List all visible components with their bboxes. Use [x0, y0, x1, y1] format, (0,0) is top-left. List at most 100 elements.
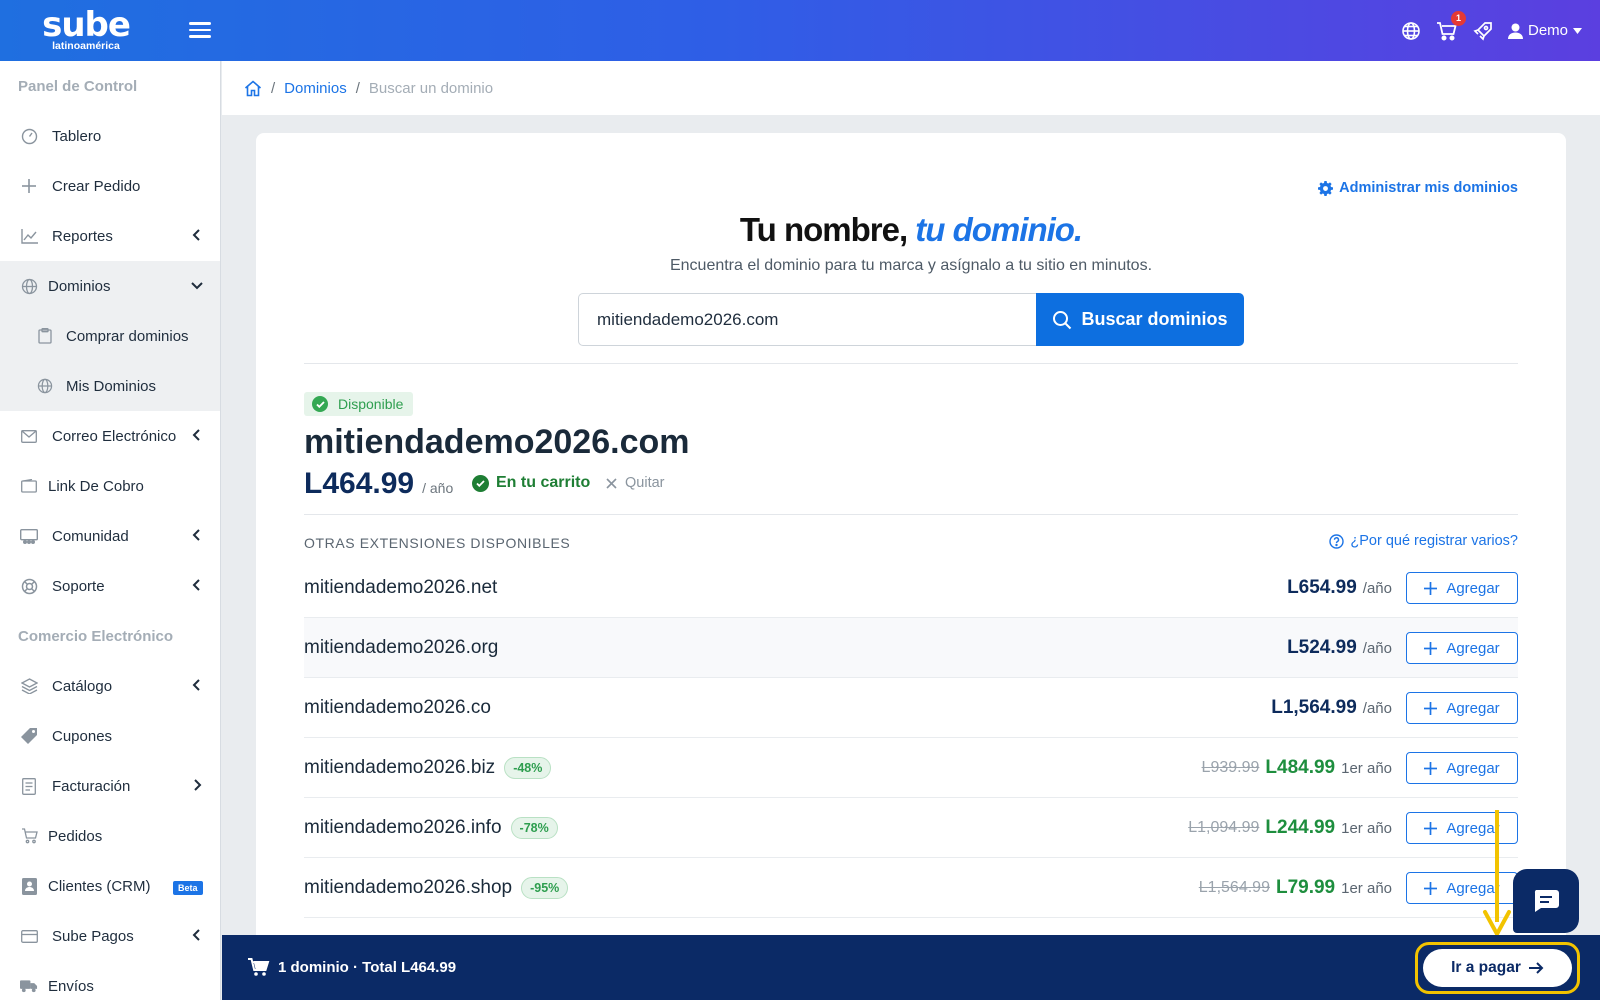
chevron-left-icon — [192, 929, 200, 941]
sidebar-item-soporte[interactable]: Soporte — [0, 561, 220, 611]
plus-icon — [1424, 881, 1438, 895]
price-amount: L654.99 — [1287, 577, 1357, 598]
tag-icon — [20, 727, 38, 745]
in-cart-label: En tu carrito — [496, 474, 591, 491]
caret-down-icon — [1573, 27, 1582, 34]
table-row: mitiendademo2026.info -78% L1,094.99 L244.9… — [304, 798, 1518, 858]
plus-icon — [20, 177, 38, 195]
chat-widget-button[interactable] — [1513, 869, 1579, 933]
why-register-many-link[interactable]: ¿Por qué registrar varios? — [1329, 533, 1518, 549]
add-to-cart-button[interactable]: Agregar — [1406, 752, 1518, 784]
menu-toggle-icon[interactable] — [189, 22, 211, 40]
sidebar-item-catalogo[interactable]: Catálogo — [0, 661, 220, 711]
sidebar-item-clientes[interactable]: Clientes (CRM) Beta — [0, 861, 220, 911]
chevron-down-icon — [191, 282, 203, 290]
price-period: 1er año — [1341, 879, 1392, 897]
searched-domain: mitiendademo2026.com — [304, 423, 690, 461]
user-name: Demo — [1527, 22, 1568, 39]
title-part-1: Tu nombre, — [739, 211, 908, 248]
price-period: /año — [1362, 579, 1392, 597]
discount-badge: -78% — [510, 816, 558, 839]
sidebar-item-label: Soporte — [52, 577, 105, 595]
arrow-right-icon — [1528, 962, 1544, 974]
domain-search: Buscar dominios — [578, 293, 1244, 346]
extension-price: L1,564.99/año — [1271, 678, 1392, 738]
why-register-label: ¿Por qué registrar varios? — [1350, 533, 1518, 549]
user-icon — [1507, 23, 1523, 39]
truck-icon — [20, 977, 38, 995]
lifebuoy-icon — [20, 577, 38, 595]
plus-icon — [1424, 761, 1438, 775]
sidebar-item-tablero[interactable]: Tablero — [0, 111, 220, 161]
searched-domain-price: L464.99 / año — [304, 467, 453, 501]
sidebar-item-label: Pedidos — [48, 827, 103, 845]
sidebar-section-ecommerce: Comercio Electrónico — [18, 628, 174, 645]
domain-search-input[interactable] — [578, 293, 1036, 346]
price-period: /año — [1362, 639, 1392, 657]
extension-domain: mitiendademo2026.shop — [304, 876, 513, 898]
rocket-icon[interactable] — [1472, 20, 1494, 42]
extension-domain: mitiendademo2026.info — [304, 816, 502, 838]
sidebar-item-pedidos[interactable]: Pedidos — [0, 811, 220, 861]
envelope-icon — [20, 427, 38, 445]
page-subtitle: Encuentra el dominio para tu marca y así… — [669, 257, 1153, 274]
price-period: / año — [422, 480, 454, 496]
globe-icon[interactable] — [1400, 20, 1422, 42]
cart-icon[interactable]: 1 — [1436, 10, 1466, 42]
checkout-label: Ir a pagar — [1451, 959, 1521, 976]
sidebar-item-label: Reportes — [52, 227, 113, 245]
beta-badge: Beta — [173, 881, 203, 895]
close-icon — [606, 477, 617, 489]
sidebar-item-label: Sube Pagos — [52, 927, 134, 945]
wallet-icon — [20, 477, 38, 495]
price-period: 1er año — [1341, 759, 1392, 777]
contact-card-icon — [20, 877, 38, 895]
logo[interactable]: sube latinoamérica — [0, 0, 220, 61]
checkout-button[interactable]: Ir a pagar — [1423, 949, 1572, 987]
domain-search-card: Administrar mis dominios Tu nombre, tu d… — [256, 133, 1566, 1000]
sidebar-item-cupones[interactable]: Cupones — [0, 711, 220, 761]
sidebar-item-crear-pedido[interactable]: Crear Pedido — [0, 161, 220, 211]
sidebar-item-correo[interactable]: Correo Electrónico — [0, 411, 220, 461]
search-domains-button[interactable]: Buscar dominios — [1036, 293, 1244, 346]
sidebar-item-envios[interactable]: Envíos — [0, 961, 220, 1000]
remove-from-cart-button[interactable]: Quitar — [606, 475, 665, 491]
breadcrumb-dominios[interactable]: Dominios — [284, 80, 347, 97]
add-to-cart-button[interactable]: Agregar — [1406, 632, 1518, 664]
annotation-arrow — [1483, 810, 1511, 936]
chevron-right-icon — [194, 779, 202, 791]
page-title: Tu nombre, tu dominio. — [256, 211, 1566, 249]
sidebar-item-label: Correo Electrónico — [52, 427, 177, 445]
add-to-cart-button[interactable]: Agregar — [1406, 572, 1518, 604]
sidebar-item-label: Link De Cobro — [48, 477, 144, 495]
original-price: L1,564.99 — [1198, 879, 1270, 896]
search-icon — [1053, 310, 1072, 329]
sidebar-item-label: Tablero — [52, 127, 102, 145]
sidebar-item-label: Clientes (CRM) — [48, 877, 151, 895]
add-to-cart-button[interactable]: Agregar — [1406, 692, 1518, 724]
divider — [304, 514, 1518, 515]
breadcrumb: / Dominios / Buscar un dominio — [222, 61, 1600, 115]
check-circle-icon — [312, 396, 328, 412]
check-circle-icon — [472, 474, 489, 492]
chevron-left-icon — [192, 429, 200, 441]
add-label: Agregar — [1446, 579, 1500, 597]
price-amount: L524.99 — [1287, 637, 1357, 658]
extension-price: L1,094.99 L244.99 1er año — [1188, 798, 1392, 858]
table-row: mitiendademo2026.shop -95% L1,564.99 L79.99… — [304, 858, 1518, 918]
sidebar-item-facturacion[interactable]: Facturación — [0, 761, 220, 811]
price-amount: L484.99 — [1265, 757, 1336, 778]
sidebar-item-mis-dominios[interactable]: Mis Dominios — [0, 361, 220, 411]
user-menu[interactable]: Demo — [1507, 22, 1582, 39]
manage-domains-link[interactable]: Administrar mis dominios — [1318, 180, 1518, 196]
search-button-label: Buscar dominios — [1081, 309, 1228, 329]
home-icon[interactable] — [244, 79, 262, 97]
sidebar-item-dominios[interactable]: Dominios — [0, 261, 220, 311]
extension-domain: mitiendademo2026.org — [304, 636, 499, 658]
sidebar-item-reportes[interactable]: Reportes — [0, 211, 220, 261]
sidebar-item-link-de-cobro[interactable]: Link De Cobro — [0, 461, 220, 511]
sidebar-item-comunidad[interactable]: Comunidad — [0, 511, 220, 561]
price-period: /año — [1362, 699, 1392, 717]
sidebar-item-sube-pagos[interactable]: Sube Pagos — [0, 911, 220, 961]
sidebar-item-comprar-dominios[interactable]: Comprar dominios — [0, 311, 220, 361]
